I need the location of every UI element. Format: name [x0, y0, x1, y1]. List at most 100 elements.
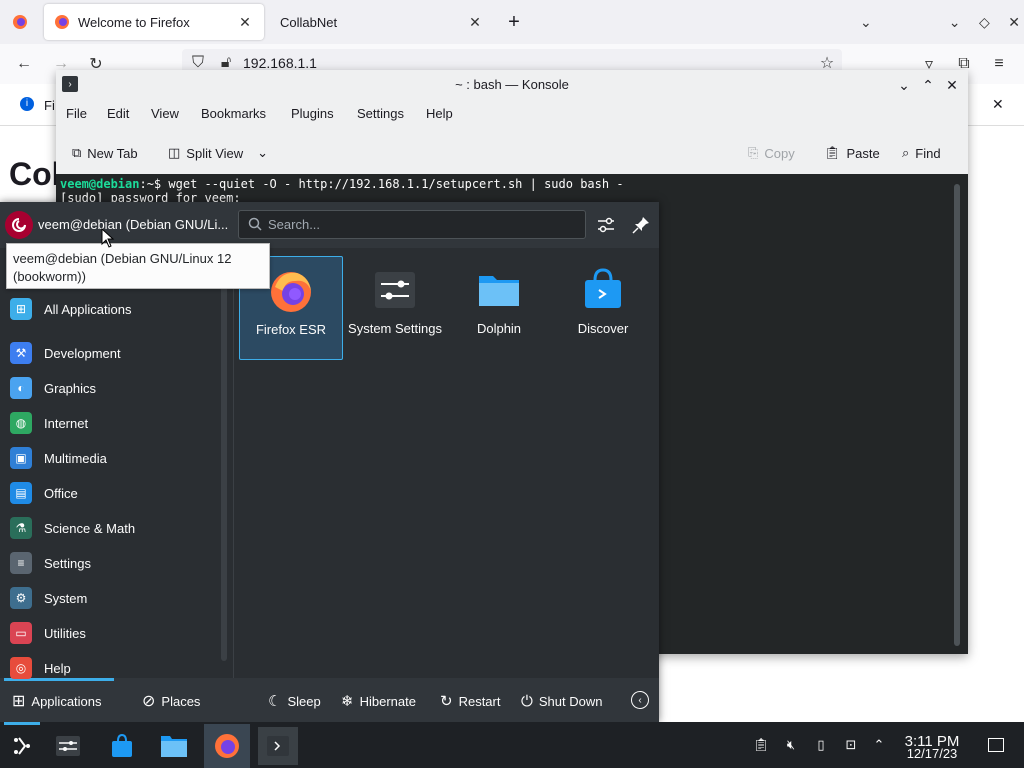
category-item[interactable]: ◐ Graphics [0, 371, 214, 405]
menu-edit[interactable]: Edit [107, 106, 129, 121]
tab-collabnet[interactable]: CollabNet ✕ [268, 4, 494, 40]
taskbar-konsole[interactable] [258, 727, 298, 765]
category-item[interactable]: ▭ Utilities [0, 616, 214, 650]
monitor-icon: ▣ [10, 447, 32, 469]
list-tabs-icon[interactable]: ⌄ [860, 14, 872, 31]
category-label: Science & Math [44, 520, 136, 536]
pin-icon[interactable] [630, 214, 652, 236]
button-label: Restart [458, 693, 501, 709]
firefox-favicon-icon [55, 15, 69, 29]
clock-date[interactable]: 12/17/23 [896, 746, 968, 761]
menu-help[interactable]: Help [426, 106, 453, 121]
favorite-system-settings[interactable]: System Settings [343, 256, 447, 360]
hibernate-button[interactable]: ❄ Hibernate [341, 691, 416, 711]
flask-icon: ⚗ [10, 517, 32, 539]
paste-button[interactable]: 📋︎ Paste [824, 143, 880, 163]
minimize-icon[interactable]: ⌄ [894, 75, 914, 95]
snowflake-icon: ❄ [341, 693, 354, 710]
category-item[interactable]: ⚒ Development [0, 336, 214, 370]
category-label: Graphics [44, 380, 97, 396]
user-name[interactable]: veem@debian (Debian GNU/Li... [38, 217, 228, 232]
category-item[interactable]: ⚙ System [0, 581, 214, 615]
close-icon[interactable]: ✕ [236, 14, 254, 31]
minimize-icon[interactable]: ⌄ [949, 14, 961, 31]
chevron-up-icon[interactable]: ⌃ [870, 736, 888, 754]
split-view-button[interactable]: ◫ Split View ⌄ [168, 143, 268, 163]
maximize-icon[interactable]: ◇ [979, 14, 990, 31]
new-tab-button[interactable]: ⧉ New Tab [72, 143, 138, 163]
category-label: Office [44, 485, 78, 501]
search-icon: ⌕ [902, 145, 910, 160]
paste-label: Paste [846, 145, 880, 161]
favorite-dolphin[interactable]: Dolphin [447, 256, 551, 360]
category-item[interactable]: ⊞ All Applications [0, 292, 214, 326]
find-button[interactable]: ⌕ Find [902, 143, 941, 163]
category-label: Settings [44, 555, 91, 571]
new-tab-button[interactable]: + [502, 10, 526, 34]
close-icon[interactable]: ✕ [992, 96, 1004, 113]
tab-applications[interactable]: ⊞ Applications [12, 691, 102, 711]
terminal-command-line: veem@debian:~$ wget --quiet -O - http://… [60, 177, 624, 191]
close-icon[interactable]: ✕ [466, 14, 484, 31]
back-icon[interactable]: ← [13, 53, 35, 75]
terminal-scrollbar[interactable] [954, 184, 960, 646]
sleep-button[interactable]: ☾ Sleep [268, 691, 321, 711]
category-item[interactable]: ⚗ Science & Math [0, 511, 214, 545]
taskbar-dolphin[interactable] [154, 727, 194, 765]
button-label: Shut Down [538, 693, 603, 709]
menu-bookmarks[interactable]: Bookmarks [201, 106, 266, 121]
url-text: 192.168.1.1 [243, 55, 317, 71]
favorite-label: System Settings [348, 321, 442, 336]
category-item[interactable]: ◎ Help [0, 651, 214, 685]
office-icon: ▤ [10, 482, 32, 504]
chevron-down-icon[interactable]: ⌄ [257, 145, 268, 161]
tab-welcome[interactable]: Welcome to Firefox ✕ [44, 4, 264, 40]
prompt-user: veem@debian [60, 177, 140, 191]
menu-view[interactable]: View [151, 106, 179, 121]
restart-icon: ↻ [440, 693, 453, 710]
favorite-label: Discover [577, 321, 629, 336]
more-options-chevron-icon[interactable]: ‹ [631, 691, 649, 709]
window-title: ~ : bash — Konsole [455, 77, 569, 92]
shutdown-button[interactable]: ⏻ Shut Down [521, 691, 602, 711]
copy-button[interactable]: ⎘ Copy [748, 143, 795, 163]
category-item[interactable]: ≡ Settings [0, 546, 214, 580]
taskbar-system-settings[interactable] [48, 727, 88, 765]
tab-places[interactable]: ⊘ Places [142, 691, 200, 711]
category-item[interactable]: ▤ Office [0, 476, 214, 510]
close-icon[interactable]: ✕ [1008, 14, 1020, 31]
show-desktop-icon[interactable] [988, 738, 1004, 752]
mouse-cursor-icon [101, 228, 115, 248]
maximize-icon[interactable]: ⌃ [918, 75, 938, 95]
menu-icon[interactable]: ≡ [988, 53, 1010, 75]
network-icon[interactable]: ⊡ [842, 736, 860, 754]
category-item[interactable]: ▣ Multimedia [0, 441, 214, 475]
favorite-label: Dolphin [476, 321, 522, 336]
settings-icon: ≡ [10, 552, 32, 574]
firefox-view-button[interactable] [6, 8, 34, 36]
menu-settings[interactable]: Settings [357, 106, 404, 121]
tab-title: CollabNet [280, 14, 338, 30]
configure-icon[interactable] [595, 214, 617, 236]
taskbar-firefox[interactable] [207, 727, 247, 765]
avatar[interactable] [5, 211, 33, 239]
tab-label: Places [161, 693, 201, 709]
menu-plugins[interactable]: Plugins [291, 106, 334, 121]
category-item[interactable]: ◍ Internet [0, 406, 214, 440]
clipboard-icon[interactable]: 📋︎ [752, 736, 770, 754]
volume-muted-icon[interactable]: 🔇︎ [782, 736, 800, 754]
folder-icon [479, 276, 519, 306]
favorite-discover[interactable]: Discover [551, 256, 655, 360]
split-view-label: Split View [186, 145, 244, 161]
restart-button[interactable]: ↻ Restart [440, 691, 500, 711]
category-label: Utilities [44, 625, 86, 641]
launcher-button[interactable] [2, 727, 42, 765]
taskbar-discover[interactable] [102, 727, 142, 765]
close-icon[interactable]: ✕ [942, 75, 962, 95]
sidebar-scrollbar[interactable] [221, 248, 227, 661]
menu-file[interactable]: File [66, 106, 87, 121]
firefox-icon [215, 734, 239, 758]
battery-icon[interactable]: ▯ [812, 736, 830, 754]
discover-icon [585, 268, 621, 308]
system-settings-icon [56, 736, 80, 756]
